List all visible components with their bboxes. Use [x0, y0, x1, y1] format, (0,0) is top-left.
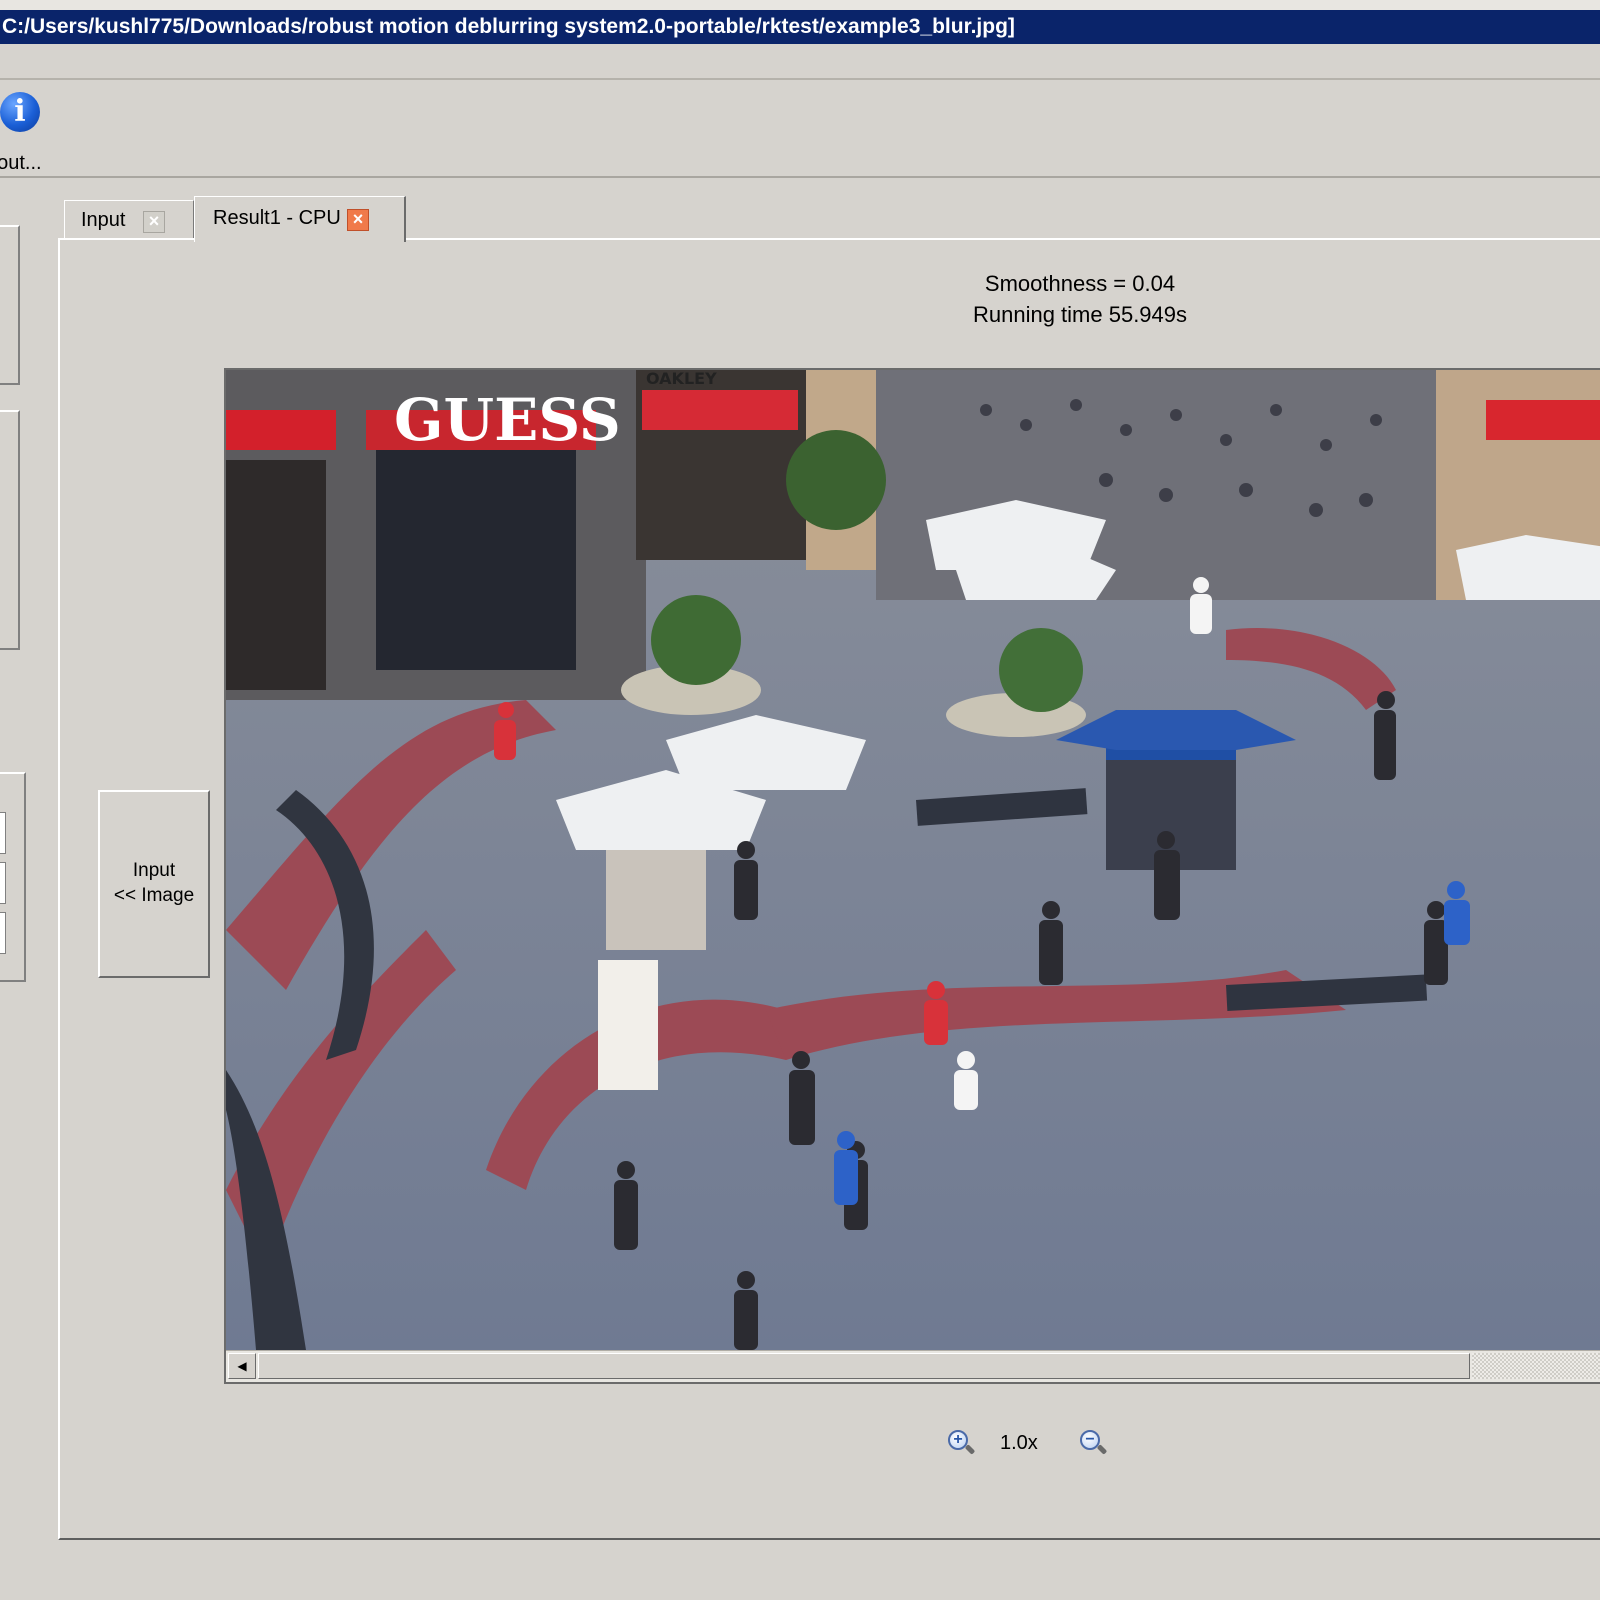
left-panel-group-2: [0, 410, 20, 650]
window-top-edge: [0, 0, 1600, 10]
left-panel-group-3: [0, 772, 26, 982]
scrollbar-track[interactable]: [1472, 1353, 1600, 1379]
tab-input[interactable]: Input ×: [64, 200, 194, 240]
info-icon: i: [0, 92, 40, 132]
left-panel-group-1: [0, 225, 20, 385]
result-stats: Smoothness = 0.04 Running time 55.949s: [900, 268, 1260, 330]
close-icon[interactable]: ×: [347, 209, 369, 231]
running-time-text: Running time 55.949s: [972, 302, 1188, 327]
window-title: C:/Users/kushl775/Downloads/robust motio…: [2, 15, 1015, 38]
left-panel-slot[interactable]: [0, 862, 6, 904]
close-icon[interactable]: ×: [143, 211, 165, 233]
scroll-left-arrow-icon[interactable]: ◀: [228, 1353, 256, 1379]
zoom-in-icon[interactable]: +: [948, 1430, 976, 1460]
image-viewer[interactable]: GUESS OAKLEY ◀: [224, 368, 1600, 1384]
zoom-controls: + 1.0x −: [948, 1428, 1128, 1464]
oakley-sign: OAKLEY: [646, 370, 717, 388]
about-label: bout...: [0, 152, 42, 174]
smoothness-text: Smoothness = 0.04: [984, 271, 1176, 296]
title-bar[interactable]: C:/Users/kushl775/Downloads/robust motio…: [0, 10, 1600, 44]
tab-input-label: Input: [81, 209, 126, 231]
about-button[interactable]: i bout...: [0, 92, 66, 174]
input-image-button-label: Input << Image: [113, 860, 195, 906]
horizontal-scrollbar[interactable]: ◀: [226, 1350, 1600, 1382]
input-image-button[interactable]: Input << Image: [98, 790, 210, 978]
app-window: C:/Users/kushl775/Downloads/robust motio…: [0, 0, 1600, 1600]
tab-result1-cpu[interactable]: Result1 - CPU ×: [194, 196, 406, 242]
menu-bar: [0, 44, 1600, 80]
tab-result1-label: Result1 - CPU: [213, 207, 341, 229]
result-pane: Smoothness = 0.04 Running time 55.949s I…: [58, 238, 1600, 1540]
scrollbar-thumb[interactable]: [258, 1353, 1470, 1379]
toolbar: i bout...: [0, 80, 1600, 178]
guess-sign: GUESS: [394, 386, 621, 454]
left-panel-slot[interactable]: [0, 812, 6, 854]
left-panel-slot[interactable]: [0, 912, 6, 954]
deblurred-image: GUESS OAKLEY: [226, 370, 1600, 1350]
zoom-out-icon[interactable]: −: [1080, 1430, 1108, 1460]
plaza-photo: GUESS OAKLEY: [226, 370, 1600, 1350]
zoom-level: 1.0x: [1000, 1432, 1038, 1454]
